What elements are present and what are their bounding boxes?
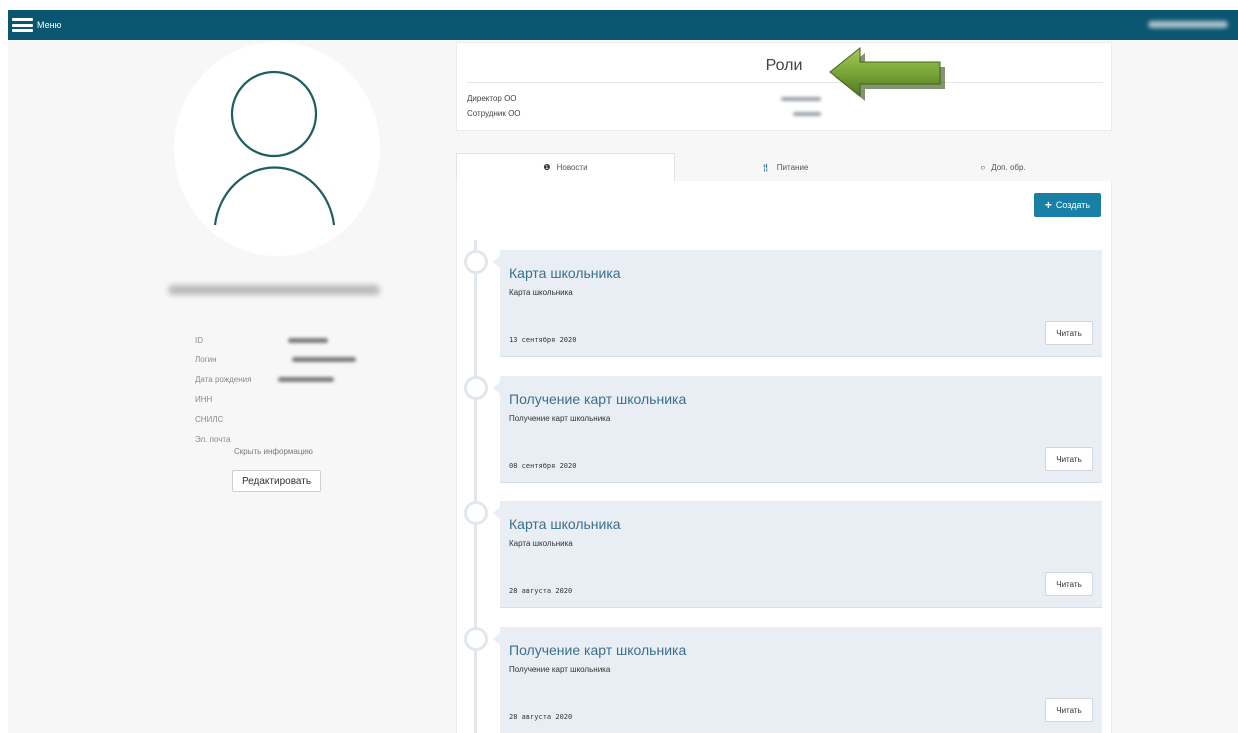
tab-label: Новости [556,163,588,172]
profile-field-snils: СНИЛС [195,415,224,424]
profile-field-birthdate: Дата рождения [195,375,252,384]
roles-card: Роли Директор ОО Сотрудник ОО [456,42,1112,131]
news-card: Получение карт школьника Получение карт … [500,627,1102,733]
tab-food[interactable]: 🍴︎ Питание [675,153,894,181]
role-value-redacted [781,97,821,101]
edit-button[interactable]: Редактировать [232,470,321,492]
role-item: Сотрудник ОО [467,109,521,118]
profile-field-login: Логин [195,355,217,364]
read-button[interactable]: Читать [1045,572,1093,596]
news-subtitle: Карта школьника [509,288,573,297]
news-card: Карта школьника Карта школьника 13 сентя… [500,250,1102,357]
news-date: 08 сентября 2020 [509,462,577,470]
news-title[interactable]: Получение карт школьника [509,642,686,658]
timeline-dot [464,376,488,400]
plus-icon: + [1044,198,1052,212]
news-subtitle: Получение карт школьника [509,414,611,423]
divider [467,82,1103,83]
hide-info-link[interactable]: Скрыть информацию [234,447,313,456]
news-subtitle: Карта школьника [509,539,573,548]
news-title[interactable]: Карта школьника [509,516,621,532]
read-button[interactable]: Читать [1045,447,1093,471]
read-button[interactable]: Читать [1045,698,1093,722]
news-date: 28 августа 2020 [509,587,573,595]
create-label: Создать [1055,200,1091,210]
news-card: Получение карт школьника Получение карт … [500,376,1102,483]
profile-value-redacted [278,377,334,382]
card-caret [493,507,500,519]
card-caret [493,633,500,645]
user-name-redacted[interactable] [1148,21,1228,28]
top-bar: Меню [8,10,1238,40]
arrow-left-icon [829,46,945,101]
profile-name-redacted [168,285,380,295]
fork-knife-icon: 🍴︎ [760,162,771,172]
timeline-dot [464,250,488,274]
role-item: Директор ОО [467,94,517,103]
tab-label: Доп. обр. [991,162,1026,172]
profile-value-redacted [292,357,356,362]
timeline-line [474,240,477,733]
menu-button[interactable]: Меню [8,10,67,40]
menu-label: Меню [37,20,62,30]
card-caret [493,382,500,394]
card-caret [493,256,500,268]
news-card: Карта школьника Карта школьника 28 авгус… [500,501,1102,608]
create-button[interactable]: + Создать [1034,193,1101,217]
read-button[interactable]: Читать [1045,321,1093,345]
timeline-dot [464,501,488,525]
news-date: 28 августа 2020 [509,713,573,721]
profile-value-redacted [288,338,328,343]
profile-field-email: Эл. почта [195,435,231,444]
tab-news[interactable]: ❶ Новости [456,153,675,181]
tab-label: Питание [776,162,809,172]
role-value-redacted [793,112,821,116]
tab-extra-education[interactable]: ○ Доп. обр. [894,153,1112,181]
news-date: 13 сентября 2020 [509,336,577,344]
tab-bar: ❶ Новости 🍴︎ Питание ○ Доп. обр. [456,153,1112,181]
timeline-dot [464,627,488,651]
avatar [174,42,380,256]
exclamation-circle-icon: ❶ [543,163,551,172]
circle-icon: ○ [980,162,986,172]
news-subtitle: Получение карт школьника [509,665,611,674]
news-title[interactable]: Карта школьника [509,265,621,281]
hamburger-icon [12,18,33,32]
news-title[interactable]: Получение карт школьника [509,391,686,407]
roles-title: Роли [765,57,803,74]
user-silhouette-icon [213,70,336,226]
profile-field-inn: ИНН [195,395,213,404]
profile-field-id: ID [195,336,203,345]
